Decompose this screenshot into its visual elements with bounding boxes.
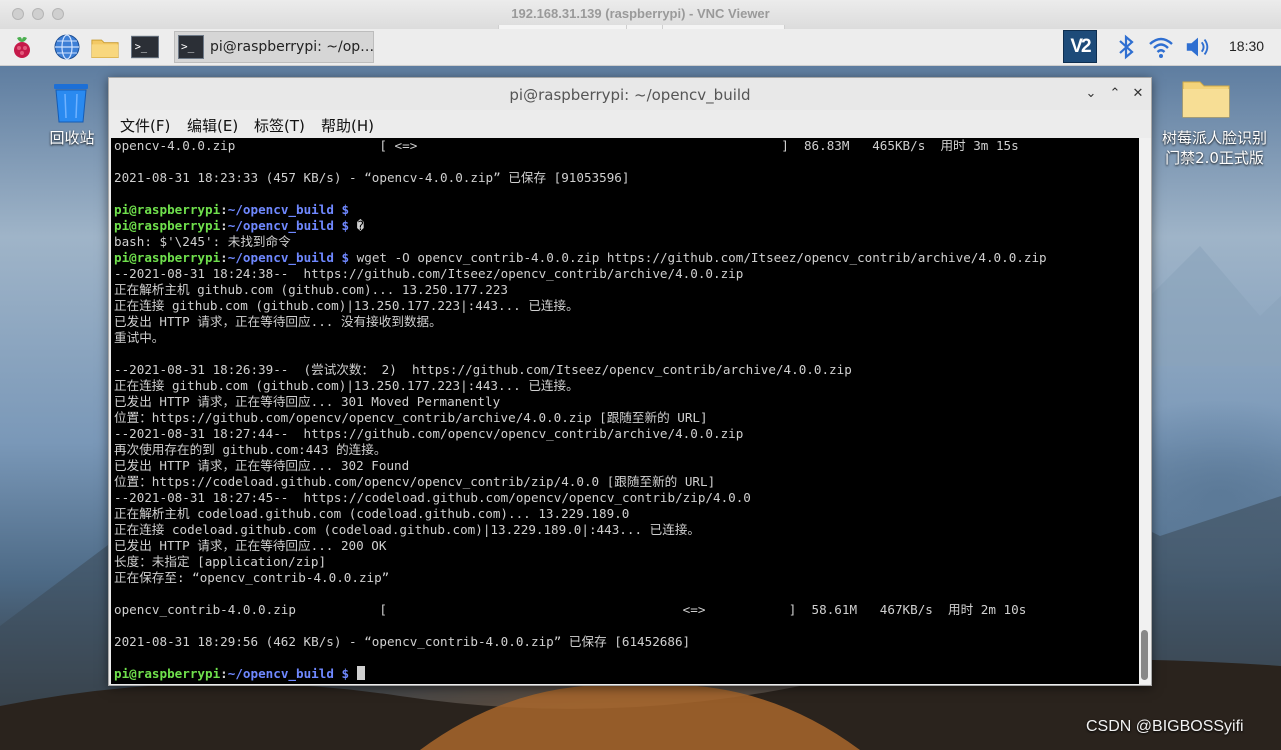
volume-icon[interactable] bbox=[1184, 33, 1212, 61]
terminal-output-line: 2021-08-31 18:29:56 (462 KB/s) - “opencv… bbox=[114, 634, 691, 649]
terminal-output-line: 重试中。 bbox=[114, 330, 165, 345]
minimize-icon[interactable]: ⌄ bbox=[1081, 84, 1101, 104]
prompt-user: pi@raspberrypi bbox=[114, 202, 221, 217]
terminal-output-line: 正在解析主机 github.com (github.com)... 13.250… bbox=[114, 282, 509, 297]
watermark: CSDN @BIGBOSSyifi bbox=[1086, 718, 1244, 735]
terminal-output-line: 正在连接 github.com (github.com)|13.250.177.… bbox=[114, 298, 579, 313]
terminal-output-line: 位置：https://github.com/opencv/opencv_cont… bbox=[114, 410, 708, 425]
prompt-symbol: $ bbox=[333, 218, 357, 233]
text-cursor bbox=[356, 666, 365, 680]
vnc-server-tray-icon[interactable]: V2 bbox=[1063, 30, 1097, 63]
terminal-output-line: 已发出 HTTP 请求，正在等待回应... 301 Moved Permanen… bbox=[114, 394, 501, 409]
prompt-path: ~/opencv_build bbox=[227, 202, 334, 217]
terminal-prompt-line: pi@raspberrypi:~/opencv_build $ bbox=[114, 202, 357, 218]
terminal-output-line: bash: $'\245': 未找到命令 bbox=[114, 234, 291, 249]
terminal-output-line: 正在保存至: “opencv_contrib-4.0.0.zip” bbox=[114, 570, 390, 585]
terminal-output-line: 再次使用存在的到 github.com:443 的连接。 bbox=[114, 442, 387, 457]
terminal-icon[interactable]: >_ bbox=[131, 33, 159, 61]
terminal-output-line: 已发出 HTTP 请求，正在等待回应... 302 Found bbox=[114, 458, 410, 473]
folder-icon[interactable] bbox=[1182, 78, 1230, 118]
folder-label[interactable]: 树莓派人脸识别 门禁2.0正式版 bbox=[1148, 128, 1281, 168]
terminal-output-line: 长度：未指定 [application/zip] bbox=[114, 554, 327, 569]
terminal-output[interactable]: opencv-4.0.0.zip [ <=> ] 86.83M 465KB/s … bbox=[111, 138, 1139, 684]
terminal-output-line: 位置：https://codeload.github.com/opencv/op… bbox=[114, 474, 716, 489]
terminal-output-line: --2021-08-31 18:26:39-- (尝试次数： 2) https:… bbox=[114, 362, 852, 377]
terminal-prompt-line: pi@raspberrypi:~/opencv_build $ � bbox=[114, 218, 364, 234]
menu-help[interactable]: 帮助(H) bbox=[321, 115, 374, 136]
prompt-colon: : bbox=[220, 202, 228, 217]
menu-edit[interactable]: 编辑(E) bbox=[187, 115, 238, 136]
prompt-path: ~/opencv_build bbox=[227, 666, 334, 681]
folder-label-line1: 树莓派人脸识别 bbox=[1161, 129, 1267, 147]
file-manager-icon[interactable] bbox=[91, 33, 119, 61]
prompt-user: pi@raspberrypi bbox=[114, 666, 221, 681]
terminal-output-line: 2021-08-31 18:23:33 (457 KB/s) - “opencv… bbox=[114, 170, 630, 185]
terminal-titlebar[interactable]: pi@raspberrypi: ~/opencv_build ⌄ ⌃ ✕ bbox=[109, 78, 1151, 110]
maximize-icon[interactable]: ⌃ bbox=[1105, 84, 1125, 104]
trash-label[interactable]: 回收站 bbox=[40, 127, 104, 148]
prompt-colon: : bbox=[220, 250, 228, 265]
terminal-output-line: --2021-08-31 18:27:44-- https://github.c… bbox=[114, 426, 744, 441]
folder-label-line2: 门禁2.0正式版 bbox=[1165, 149, 1264, 167]
trash-icon[interactable] bbox=[51, 81, 91, 123]
terminal-output-line: opencv_contrib-4.0.0.zip [ <=> ] 58.61M … bbox=[114, 602, 1027, 617]
vnc-viewer-titlebar: 192.168.31.139 (raspberrypi) - VNC Viewe… bbox=[0, 0, 1281, 31]
command-text: � bbox=[356, 218, 365, 233]
terminal-prompt-line: pi@raspberrypi:~/opencv_build $ bbox=[114, 666, 365, 682]
scrollbar-thumb[interactable] bbox=[1141, 630, 1148, 680]
prompt-path: ~/opencv_build bbox=[227, 250, 334, 265]
terminal-output-line: 正在连接 github.com (github.com)|13.250.177.… bbox=[114, 378, 579, 393]
terminal-title: pi@raspberrypi: ~/opencv_build bbox=[509, 86, 751, 104]
prompt-colon: : bbox=[220, 218, 228, 233]
vnc-window-title: 192.168.31.139 (raspberrypi) - VNC Viewe… bbox=[511, 6, 770, 21]
bluetooth-icon[interactable] bbox=[1112, 33, 1140, 61]
terminal-output-line: --2021-08-31 18:24:38-- https://github.c… bbox=[114, 266, 744, 281]
terminal-output-line: 正在连接 codeload.github.com (codeload.githu… bbox=[114, 522, 701, 537]
menu-file[interactable]: 文件(F) bbox=[120, 115, 170, 136]
terminal-output-line: 已发出 HTTP 请求，正在等待回应... 200 OK bbox=[114, 538, 387, 553]
clock[interactable]: 18:30 bbox=[1229, 38, 1264, 54]
terminal-output-line: 已发出 HTTP 请求，正在等待回应... 没有接收到数据。 bbox=[114, 314, 442, 329]
prompt-symbol: $ bbox=[333, 666, 357, 681]
prompt-user: pi@raspberrypi bbox=[114, 218, 221, 233]
prompt-symbol: $ bbox=[333, 250, 357, 265]
prompt-colon: : bbox=[220, 666, 228, 681]
close-icon[interactable]: ✕ bbox=[1128, 84, 1148, 104]
terminal-window: pi@raspberrypi: ~/opencv_build ⌄ ⌃ ✕ 文件(… bbox=[108, 77, 1152, 686]
prompt-path: ~/opencv_build bbox=[227, 218, 334, 233]
terminal-menubar: 文件(F) 编辑(E) 标签(T) 帮助(H) bbox=[109, 110, 1151, 138]
terminal-prompt-line: pi@raspberrypi:~/opencv_build $ wget -O … bbox=[114, 250, 1047, 266]
prompt-symbol: $ bbox=[333, 202, 357, 217]
terminal-output-line: 正在解析主机 codeload.github.com (codeload.git… bbox=[114, 506, 630, 521]
command-text: wget -O opencv_contrib-4.0.0.zip https:/… bbox=[356, 250, 1047, 265]
taskbar: >_ >_ pi@raspberrypi: ~/op… V2 18:30 bbox=[0, 29, 1281, 66]
svg-text:>_: >_ bbox=[135, 41, 148, 53]
menu-tabs[interactable]: 标签(T) bbox=[254, 115, 305, 136]
raspberry-menu-icon[interactable] bbox=[8, 33, 36, 61]
wifi-icon[interactable] bbox=[1147, 33, 1175, 61]
web-browser-icon[interactable] bbox=[53, 33, 81, 61]
terminal-scrollbar[interactable] bbox=[1139, 138, 1151, 684]
taskbar-terminal-task[interactable]: >_ pi@raspberrypi: ~/op… bbox=[174, 31, 374, 63]
terminal-output-line: opencv-4.0.0.zip [ <=> ] 86.83M 465KB/s … bbox=[114, 138, 1019, 153]
task-label: pi@raspberrypi: ~/op… bbox=[210, 39, 375, 55]
terminal-icon: >_ bbox=[178, 35, 204, 59]
terminal-output-line: --2021-08-31 18:27:45-- https://codeload… bbox=[114, 490, 751, 505]
prompt-user: pi@raspberrypi bbox=[114, 250, 221, 265]
